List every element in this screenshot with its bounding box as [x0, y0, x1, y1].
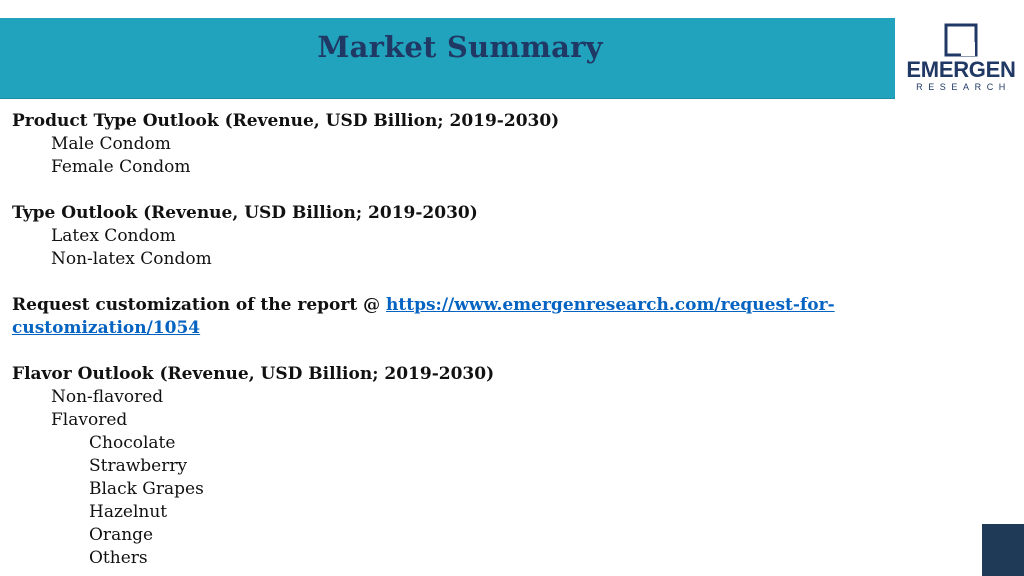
list-item-others: Others [89, 548, 148, 568]
request-customization-link[interactable]: https://www.emergenresearch.com/request-… [386, 295, 835, 315]
type-outlook-heading: Type Outlook (Revenue, USD Billion; 2019… [12, 203, 478, 223]
list-item-female-condom: Female Condom [51, 157, 191, 177]
request-customization-line: Request customization of the report @ ht… [12, 294, 912, 317]
list-item-latex-condom: Latex Condom [51, 226, 176, 246]
list-item-non-latex-condom: Non-latex Condom [51, 249, 212, 269]
flavor-outlook-heading: Flavor Outlook (Revenue, USD Billion; 20… [12, 364, 495, 384]
request-customization-link-continued[interactable]: customization/1054 [12, 318, 200, 338]
list-item-flavored: Flavored [51, 410, 128, 430]
emergen-research-logo: EMERGEN RESEARCH [905, 22, 1017, 94]
logo-mark-icon [944, 23, 978, 57]
list-item-strawberry: Strawberry [89, 456, 188, 476]
corner-decoration [982, 524, 1024, 576]
list-item-black-grapes: Black Grapes [89, 479, 204, 499]
list-item-orange: Orange [89, 525, 154, 545]
list-item-non-flavored: Non-flavored [51, 387, 164, 407]
request-prefix: Request customization of the report @ [12, 295, 387, 315]
product-type-heading: Product Type Outlook (Revenue, USD Billi… [12, 111, 560, 131]
logo-name: EMERGEN [906, 57, 1016, 82]
list-item-male-condom: Male Condom [51, 134, 171, 154]
page-title: Market Summary [317, 30, 603, 64]
list-item-hazelnut: Hazelnut [89, 502, 168, 522]
list-item-chocolate: Chocolate [89, 433, 176, 453]
logo-subtitle: RESEARCH [916, 82, 1011, 92]
market-summary-content: Product Type Outlook (Revenue, USD Billi… [12, 110, 912, 570]
